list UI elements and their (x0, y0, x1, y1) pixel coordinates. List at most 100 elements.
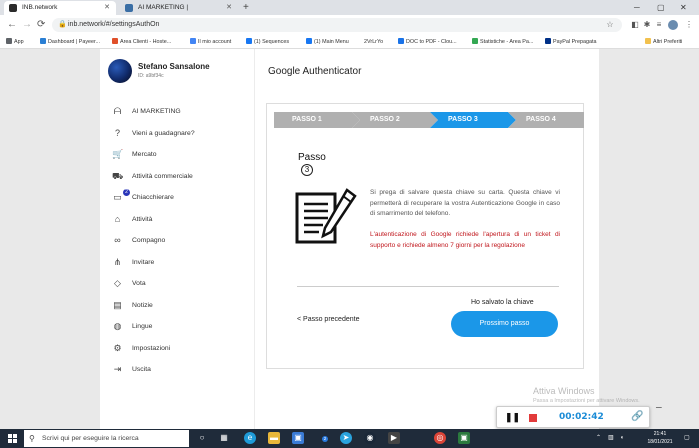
address-bar[interactable]: 🔒 inb.network/#/settingsAuthOn (52, 18, 622, 32)
page-container: Stefano Sansalone ID: a9bf34c ᗩ AI MARKET… (100, 49, 599, 429)
menu-dots-icon[interactable]: ⋮ (684, 18, 694, 32)
link-icon[interactable]: 🔗 (631, 411, 643, 422)
settings-icon: ⚙ (113, 342, 122, 353)
chrome-icon[interactable]: ◎ (434, 432, 446, 444)
hoster-icon (112, 38, 118, 44)
tab-inb-network[interactable]: INB.network ✕ (4, 1, 116, 15)
bookmarks-bar: App Dashboard | Payeer... Area Clienti -… (0, 35, 699, 49)
inb-favicon-icon (9, 4, 17, 12)
steam-icon[interactable]: ◉ (364, 432, 376, 444)
telegram-icon[interactable]: ➤ (340, 432, 352, 444)
bookmark-mio-account[interactable]: Il mio account (190, 35, 231, 49)
reload-button[interactable]: ⟳ (37, 15, 45, 35)
bookmark-sequences[interactable]: (1) Sequences (246, 35, 289, 49)
logout-icon: ⇥ (113, 364, 122, 374)
bookmark-paypal[interactable]: PayPal Prepagata (545, 35, 596, 49)
sidebar-item-uscita[interactable]: ⇥ Uscita (100, 359, 255, 381)
network-icon[interactable]: ▥ (608, 429, 614, 448)
pause-icon[interactable]: ❚❚ (505, 412, 520, 423)
star-icon[interactable]: ☆ (605, 18, 615, 32)
google-icon (190, 38, 196, 44)
bookmark-apps[interactable]: App (6, 35, 24, 49)
windows-start-icon[interactable] (8, 434, 17, 443)
profile-avatar[interactable] (668, 20, 678, 30)
browser-toolbar: ← → ⟳ 🔒 inb.network/#/settingsAuthOn ☆ ◧… (0, 15, 699, 35)
recording-timer: 00:02:42 (559, 412, 604, 422)
sidebar-item-lingue[interactable]: ◍ Lingue (100, 316, 255, 338)
browser-tab-bar: INB.network ✕ AI MARKETING | ✕ + ─ ▢ ✕ (0, 0, 699, 15)
sidebar-item-attivita[interactable]: ⌂ Attività (100, 209, 255, 231)
stats-icon (472, 38, 478, 44)
volume-icon[interactable]: ◖ (620, 429, 624, 448)
tray-chevron-icon[interactable]: ⌃ (596, 429, 601, 448)
sidebar: Stefano Sansalone ID: a9bf34c ᗩ AI MARKET… (100, 49, 255, 429)
user-profile[interactable]: Stefano Sansalone ID: a9bf34c (108, 59, 248, 89)
page-title: Google Authenticator (268, 66, 362, 77)
lock-icon[interactable]: 🔒 (58, 18, 67, 32)
tab-label: AI MARKETING | (138, 4, 189, 11)
sidebar-item-chiacchierare[interactable]: ▭ 2 Chiacchierare (100, 187, 255, 209)
saved-key-label: Ho salvato la chiave (471, 299, 534, 306)
new-tab-button[interactable]: + (243, 0, 249, 15)
step-4: PASSO 4 (508, 112, 584, 128)
close-tab-icon[interactable]: ✕ (226, 1, 232, 15)
sidebar-item-vota[interactable]: ◇ Vota (100, 273, 255, 295)
media-player-icon[interactable]: ▶ (388, 432, 400, 444)
chat-icon: ▭ (113, 192, 122, 202)
taskbar-search[interactable]: ⚲ Scrivi qui per eseguire la ricerca (24, 430, 189, 447)
ai-marketing-icon: ᗩ (113, 106, 122, 116)
folder-icon (645, 38, 651, 44)
notifications-icon[interactable]: ▢ (684, 429, 690, 448)
edge-icon[interactable]: e (244, 432, 256, 444)
next-step-button[interactable]: Prossimo passo (451, 311, 558, 337)
recorder-minimize-button[interactable]: ─ (656, 403, 662, 412)
bookmark-payeer[interactable]: Dashboard | Payeer... (40, 35, 100, 49)
sidebar-item-impostazioni[interactable]: ⚙ Impostazioni (100, 338, 255, 360)
other-bookmarks[interactable]: Altri Preferiti (645, 35, 682, 49)
taskbar-clock[interactable]: 21:41 18/01/2021 (643, 430, 677, 446)
activate-windows-title: Attiva Windows (533, 386, 595, 396)
forward-button[interactable]: → (22, 15, 32, 35)
file-explorer-icon[interactable]: ▬ (268, 432, 280, 444)
maximize-window-button[interactable]: ▢ (657, 0, 665, 15)
ai-marketing-favicon-icon (125, 4, 133, 12)
sidebar-item-attivita-commerciale[interactable]: ⛟ Attività commerciale (100, 166, 255, 188)
close-tab-icon[interactable]: ✕ (104, 1, 110, 15)
sidebar-item-ai-marketing[interactable]: ᗩ AI MARKETING (100, 101, 255, 123)
payeer-icon (40, 38, 46, 44)
bookmark-doc-to-pdf[interactable]: DOC to PDF - Clou... (398, 35, 457, 49)
sidebar-item-vieni-a-guadagnare[interactable]: ? Vieni a guadagnare? (100, 123, 255, 145)
minimize-window-button[interactable]: ─ (634, 0, 640, 15)
bookmark-2vrlryo[interactable]: 2VrLrYo (364, 35, 383, 49)
avatar[interactable] (108, 59, 132, 83)
close-window-button[interactable]: ✕ (680, 0, 687, 15)
cart-icon: 🛒 (112, 149, 124, 159)
tab-label: INB.network (22, 4, 58, 11)
sidebar-item-compagno[interactable]: ∞ Compagno (100, 230, 255, 252)
paypal-icon (545, 38, 551, 44)
puzzle-icon[interactable]: ✱ (642, 18, 652, 32)
previous-step-link[interactable]: < Passo precedente (297, 316, 359, 323)
bookmark-statistiche[interactable]: Statistiche - Area Pa... (472, 35, 533, 49)
sidebar-item-invitare[interactable]: ⋔ Invitare (100, 252, 255, 274)
app-icon[interactable]: ▣ (458, 432, 470, 444)
windows-taskbar: ⚲ Scrivi qui per eseguire la ricerca ○ ▦… (0, 429, 699, 448)
store-icon[interactable]: ▣ (292, 432, 304, 444)
url-text[interactable]: inb.network/#/settingsAuthOn (68, 18, 159, 32)
media-icon[interactable]: ≡ (654, 18, 664, 32)
sidebar-menu: ᗩ AI MARKETING ? Vieni a guadagnare? 🛒 Merc… (100, 101, 255, 381)
bookmark-main-menu[interactable]: (1) Main Menu (306, 35, 349, 49)
bookmark-area-clienti[interactable]: Area Clienti - Hoste... (112, 35, 171, 49)
task-view-icon[interactable]: ○ (196, 432, 208, 444)
extension-icon[interactable]: ◧ (630, 18, 640, 32)
multitask-icon[interactable]: ▦ (218, 432, 230, 444)
clock-time: 21:41 (653, 431, 667, 437)
back-button[interactable]: ← (7, 15, 17, 35)
sidebar-item-mercato[interactable]: 🛒 Mercato (100, 144, 255, 166)
sidebar-item-notizie[interactable]: ▤ Notizie (100, 295, 255, 317)
question-icon: ? (114, 127, 120, 138)
warning-text: L'autenticazione di Google richiede l'ap… (370, 231, 560, 249)
apps-grid-icon (6, 38, 12, 44)
stop-icon[interactable] (529, 414, 537, 422)
tab-ai-marketing[interactable]: AI MARKETING | ✕ (120, 1, 238, 15)
